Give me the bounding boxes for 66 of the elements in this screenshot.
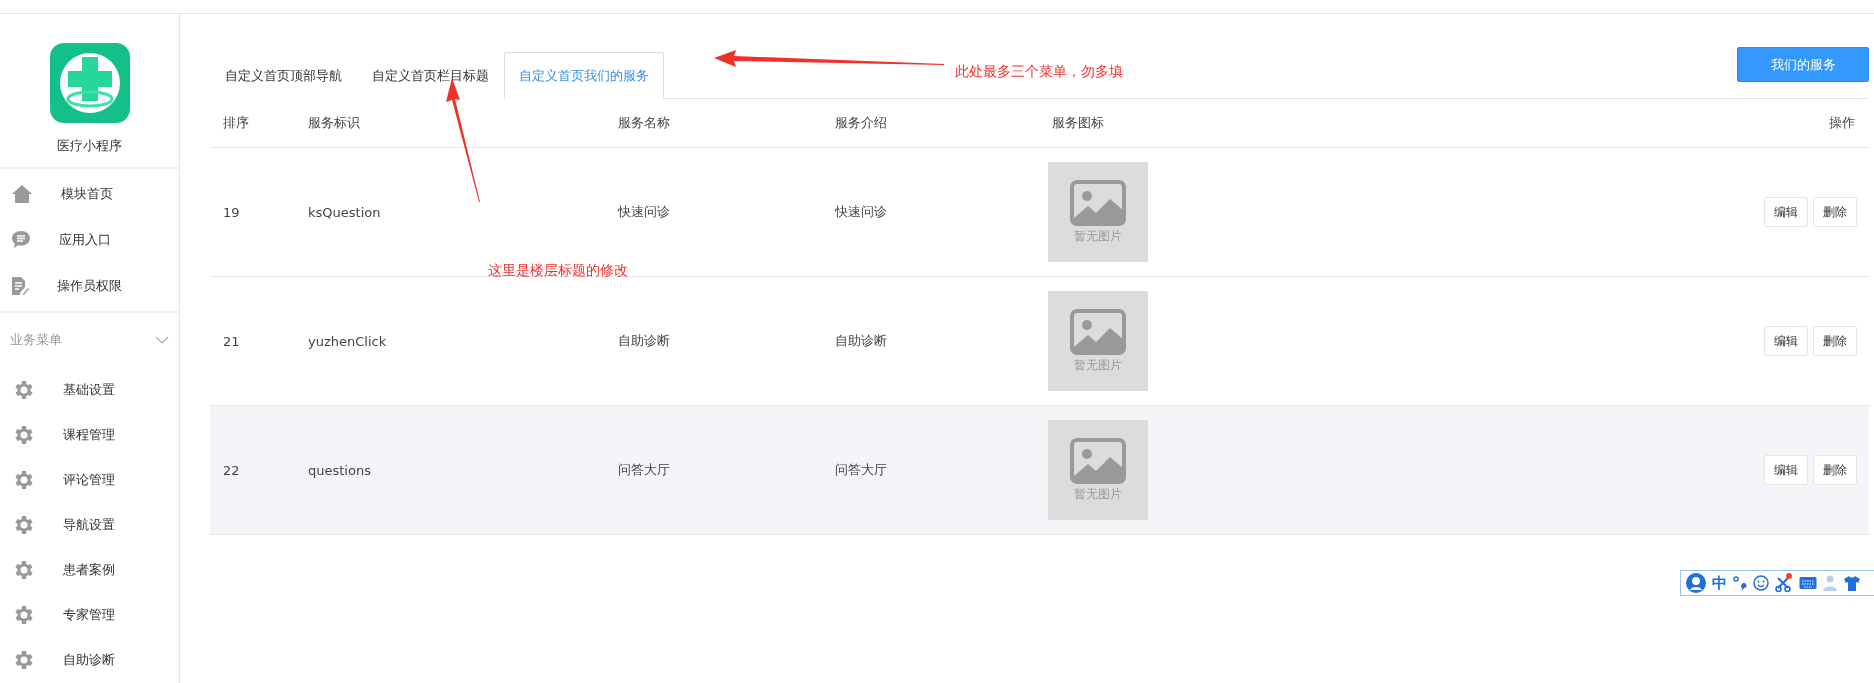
sidebar-item-label: 专家管理 <box>63 606 115 625</box>
edit-button[interactable]: 编辑 <box>1764 197 1808 227</box>
sidebar-item[interactable]: 基础设置 <box>0 367 179 413</box>
chat-bubble-icon <box>11 229 31 250</box>
delete-button[interactable]: 删除 <box>1813 455 1857 485</box>
column-header: 服务名称 <box>618 114 670 132</box>
keyboard-icon[interactable] <box>1799 576 1817 590</box>
user-icon[interactable] <box>1686 573 1706 593</box>
annotation-text: 此处最多三个菜单，勿多填 <box>955 63 1123 81</box>
sidebar-item-label: 患者案例 <box>63 561 115 580</box>
edit-button[interactable]: 编辑 <box>1764 455 1808 485</box>
sidebar-item-label: 应用入口 <box>59 230 111 249</box>
table-cell-text: yuzhenClick <box>308 333 388 349</box>
sidebar-item[interactable]: 专家管理 <box>0 592 179 638</box>
no-image-text: 暂无图片 <box>1074 485 1122 503</box>
table-cell-text: ksQuestion <box>308 204 382 220</box>
table-cell-text: 自助诊断 <box>835 332 888 350</box>
table-cell-text: 自助诊断 <box>618 332 671 350</box>
shirt-icon[interactable] <box>1843 575 1861 591</box>
table-cell-text: 问答大厅 <box>618 461 671 479</box>
delete-button[interactable]: 删除 <box>1813 197 1857 227</box>
no-image-text: 暂无图片 <box>1074 227 1122 245</box>
image-icon <box>1070 308 1126 355</box>
scissors-icon[interactable] <box>1775 573 1793 593</box>
smiley-icon[interactable] <box>1753 575 1769 591</box>
sidebar-item-label: 自助诊断 <box>63 651 115 670</box>
column-header: 服务介绍 <box>835 114 887 132</box>
sidebar-item-label: 基础设置 <box>63 381 115 400</box>
table-cell-text: 快速问诊 <box>835 203 888 221</box>
sidebar-item[interactable]: 自助诊断 <box>0 637 179 683</box>
sidebar-item-label: 导航设置 <box>63 516 115 535</box>
app-name: 医疗小程序 <box>57 136 122 155</box>
column-header: 排序 <box>223 114 249 132</box>
sidebar-item[interactable]: 应用入口 <box>0 216 179 263</box>
sidebar-item[interactable]: 课程管理 <box>0 412 179 458</box>
table-cell-text: 19 <box>223 204 241 220</box>
no-image-text: 暂无图片 <box>1074 356 1122 374</box>
table-cell-text: 快速问诊 <box>618 203 671 221</box>
sidebar-item[interactable]: 导航设置 <box>0 502 179 548</box>
home-icon <box>11 183 33 204</box>
column-header: 操作 <box>1829 114 1856 132</box>
table-cell-text: 问答大厅 <box>835 461 888 479</box>
input-mode-text[interactable]: 中 <box>1712 573 1727 593</box>
tab[interactable]: 自定义首页我们的服务 <box>504 52 664 99</box>
sidebar-item[interactable]: 患者案例 <box>0 547 179 593</box>
sidebar-item-label: 课程管理 <box>63 426 115 445</box>
document-edit-icon <box>11 275 29 296</box>
annotation-text: 这里是楼层标题的修改 <box>488 262 628 280</box>
sidebar-item-label: 操作员权限 <box>57 276 122 295</box>
table-cell-text: 22 <box>223 462 241 478</box>
edit-button[interactable]: 编辑 <box>1764 326 1808 356</box>
image-icon <box>1070 179 1126 226</box>
table-cell-text: 21 <box>223 333 241 349</box>
section-title: 业务菜单 <box>10 331 62 350</box>
sidebar-item-label: 评论管理 <box>63 471 115 490</box>
column-header: 服务图标 <box>1052 114 1104 132</box>
column-header: 服务标识 <box>308 114 360 132</box>
table-cell-text: questions <box>308 462 372 478</box>
sidebar-item[interactable]: 评论管理 <box>0 457 179 503</box>
sidebar-item[interactable]: 模块首页 <box>0 170 179 217</box>
delete-button[interactable]: 删除 <box>1813 326 1857 356</box>
sidebar-item[interactable]: 操作员权限 <box>0 262 179 309</box>
app-logo-icon <box>49 42 130 123</box>
sidebar-item-label: 模块首页 <box>61 184 113 203</box>
punctuation-icon[interactable] <box>1733 575 1747 591</box>
image-icon <box>1070 437 1126 484</box>
